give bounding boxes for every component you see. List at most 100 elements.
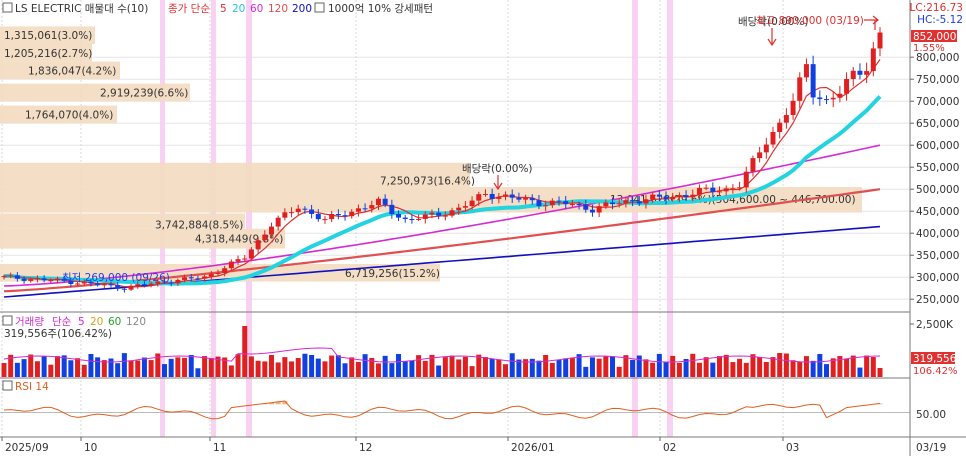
volume-current-pct: 106.42% [913,366,958,377]
volume-bar [757,357,763,377]
volume-profile-label: 1,315,061(3.0%) [4,30,92,42]
stock-chart[interactable]: 1,315,061(3.0%) 1,205,216(2.7%) 1,836,047(… [0,0,966,456]
lc-value: LC:216.73 [910,2,963,14]
candle-body [489,193,495,199]
volume-bar [68,360,74,377]
candle-body [676,195,682,197]
stock-chart-window: 1,315,061(3.0%) 1,205,216(2.7%) 1,836,047(… [0,0,966,456]
ma-period-5[interactable]: 5 [220,3,227,15]
volume-bar [737,358,743,377]
volume-bar [610,356,616,377]
volume-bar [61,355,67,377]
volume-bar [375,363,381,377]
volume-bar [141,357,147,377]
volume-bar [282,357,288,377]
volume-tick: 2,500K [916,319,954,331]
volume-bar [235,354,241,377]
candle-body [14,275,20,279]
volume-bar [549,362,555,377]
rsi-label: RSI 14 [15,381,49,393]
candle-body [496,196,502,199]
volume-bar [21,359,27,377]
price-tick-label: 400,000 [916,228,959,240]
time-tick-label: 10 [84,442,97,454]
candle-body [516,197,522,200]
candle-body [322,219,328,221]
price-tick-label: 700,000 [916,96,959,108]
volume-bar [496,359,502,377]
volume-bar [115,363,121,377]
candle-body [28,279,34,281]
time-axis-end: 03/19 [916,442,946,454]
candle-body [703,187,709,189]
candle-body [402,217,408,219]
candle-body [34,278,40,280]
candle-body [175,279,181,284]
volume-bar [135,360,141,377]
ma-period-60[interactable]: 60 [250,3,263,15]
candle-body [717,191,723,193]
volume-bar [248,356,254,377]
volume-profile-label: 1,764,070(4.0%) [25,109,113,121]
candle-body [255,240,261,250]
candle-body [783,115,789,123]
volume-bar [182,357,188,377]
volume-bar [870,357,876,377]
candle-body [730,188,736,190]
volume-bar [770,357,776,377]
ma-period-20[interactable]: 20 [232,3,245,15]
volume-bar [436,365,442,377]
candle-body [355,208,361,212]
volume-bar [817,353,823,377]
candle-body [549,200,555,206]
candle-body [302,208,308,210]
volume-bar [824,364,830,377]
candle-body [650,194,656,200]
ma-period-200[interactable]: 200 [292,3,312,15]
vol-ma-period-20[interactable]: 20 [90,316,103,328]
volume-bar [783,353,789,377]
volume-bar [75,358,81,377]
volume-bar [168,358,174,377]
volume-bar [509,353,515,377]
price-tick-label: 750,000 [916,74,959,86]
candle-body [482,193,488,195]
volume-bar [342,363,348,377]
volume-bar [422,360,428,377]
vol-ma-period-5[interactable]: 5 [78,316,85,328]
hc-value: HC:-5.12 [917,14,963,26]
price-tick-label: 300,000 [916,272,959,284]
volume-bar [810,360,816,377]
candle-body [228,261,234,269]
volume-bar [569,357,575,377]
candle-body [315,213,321,220]
candle-body [442,215,448,217]
candle-body [409,218,415,220]
volume-bar [335,355,341,377]
volume-bar [563,358,569,377]
candle-body [563,201,569,205]
volume-bar [596,358,602,377]
candle-body [877,32,883,49]
volume-bar [730,362,736,377]
volume-bar [643,359,649,377]
volume-bar [34,361,40,377]
volume-bar [389,363,395,377]
volume-bar [696,362,702,377]
candle-body [523,197,529,200]
volume-bar [48,364,54,377]
candle-body [830,97,836,100]
ma-period-120[interactable]: 120 [268,3,288,15]
candle-body [610,202,616,205]
candle-body [342,215,348,217]
vol-ma-period-60[interactable]: 60 [108,316,121,328]
candle-body [663,196,669,200]
vol-ma-period-120[interactable]: 120 [126,316,146,328]
volume-bar [81,364,87,377]
candle-body [757,152,763,159]
candle-body [382,198,388,205]
candle-body [182,277,188,280]
candle-body [616,203,622,205]
volume-bar [877,368,883,377]
candle-body [723,188,729,192]
